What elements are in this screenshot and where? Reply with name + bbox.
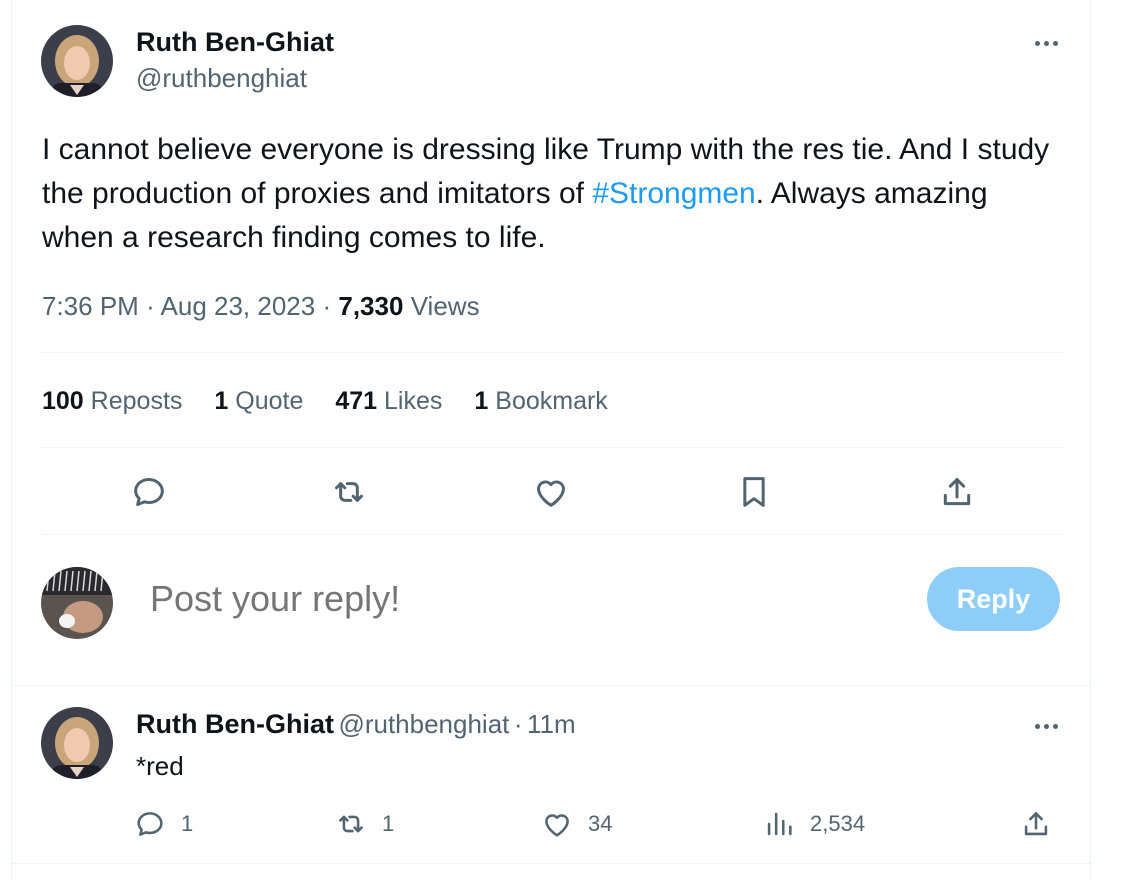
stat-label: Likes (384, 387, 443, 415)
reply-author-avatar[interactable] (41, 707, 113, 779)
divider (42, 352, 1063, 353)
stat-count: 1 (214, 387, 229, 415)
stat-label: Bookmark (495, 387, 608, 415)
stat-count: 100 (42, 387, 84, 415)
author-name[interactable]: Ruth Ben-Ghiat (136, 26, 334, 58)
timeline-column: Ruth Ben-Ghiat @ruthbenghiat I cannot be… (11, 0, 1092, 880)
like-count: 34 (588, 811, 613, 836)
tweet-date[interactable]: Aug 23, 2023 (161, 291, 316, 321)
stat-bookmarks[interactable]: 1 Bookmark (474, 383, 607, 419)
reply-more-options-icon[interactable] (1026, 714, 1066, 738)
meta-separator: · (146, 291, 155, 321)
section-divider (12, 685, 1092, 686)
stat-quotes[interactable]: 1 Quote (214, 383, 303, 419)
like-icon[interactable] (531, 472, 571, 512)
reply-count: 1 (181, 811, 194, 836)
stat-reposts[interactable]: 100 Reposts (42, 383, 182, 419)
stat-likes[interactable]: 471 Likes (335, 383, 442, 419)
repost-icon (339, 815, 363, 833)
reply-separator: · (513, 709, 523, 739)
views-count: 7,330 (338, 291, 404, 321)
reply-header: Ruth Ben-Ghiat @ruthbenghiat · 11m (136, 708, 576, 740)
views-icon (767, 812, 792, 836)
reply-repost-action[interactable]: 1 (334, 807, 394, 841)
tweet-time[interactable]: 7:36 PM (42, 291, 139, 321)
reply-author-name[interactable]: Ruth Ben-Ghiat (136, 709, 334, 739)
stat-count: 1 (474, 387, 489, 415)
repost-icon[interactable] (329, 472, 369, 512)
engagement-stats: 100 Reposts 1 Quote 471 Likes 1 Bookmark (42, 383, 640, 419)
reply-button[interactable]: Reply (927, 567, 1060, 631)
tweet-meta: 7:36 PM · Aug 23, 2023 · 7,330 Views (42, 288, 480, 324)
reply-reply-action[interactable]: 1 (133, 807, 193, 841)
more-options-icon[interactable] (1026, 31, 1066, 55)
reply-like-action[interactable]: 34 (540, 807, 612, 841)
reply-author-handle[interactable]: @ruthbenghiat (338, 709, 509, 739)
views-label: Views (410, 291, 480, 321)
stat-label: Quote (235, 387, 304, 415)
tweet-text: I cannot believe everyone is dressing li… (42, 128, 1052, 260)
author-handle[interactable]: @ruthbenghiat (136, 62, 307, 94)
bookmark-icon[interactable] (734, 472, 774, 512)
stat-count: 471 (335, 387, 378, 415)
reply-share-action[interactable] (1019, 807, 1053, 841)
divider (42, 447, 1063, 448)
meta-separator: · (322, 291, 332, 321)
reply-text: *red (136, 751, 184, 781)
author-avatar[interactable] (41, 25, 113, 97)
current-user-avatar[interactable] (41, 567, 113, 639)
like-icon (545, 814, 569, 837)
repost-count: 1 (382, 811, 395, 836)
reply-icon[interactable] (129, 472, 169, 512)
view-count: 2,534 (810, 811, 866, 836)
section-divider (12, 863, 1092, 864)
divider (42, 534, 1063, 535)
hashtag-link[interactable]: #Strongmen (592, 177, 755, 210)
reply-views-action[interactable]: 2,534 (762, 807, 865, 841)
share-icon[interactable] (937, 472, 977, 512)
reply-input[interactable] (150, 574, 850, 624)
reply-age[interactable]: 11m (527, 709, 576, 739)
share-icon (1024, 812, 1048, 836)
reply-icon (137, 812, 163, 836)
stat-label: Reposts (90, 387, 183, 415)
